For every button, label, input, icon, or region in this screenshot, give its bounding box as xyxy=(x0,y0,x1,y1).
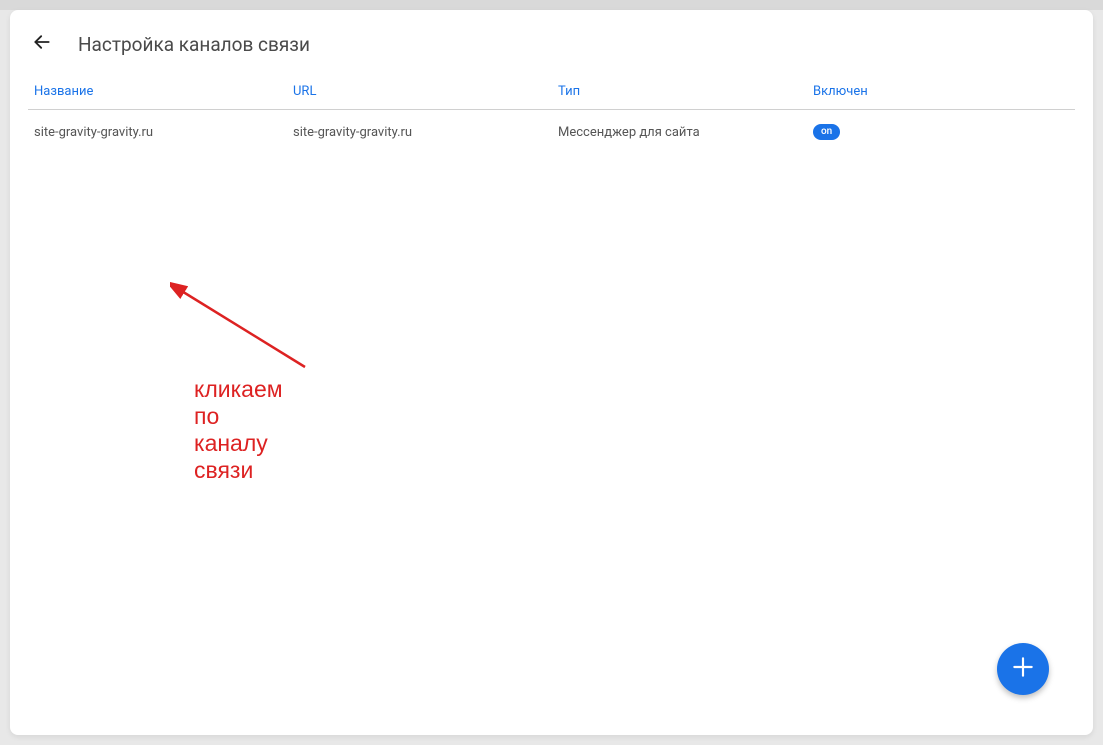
back-button[interactable] xyxy=(30,32,54,56)
column-header-url[interactable]: URL xyxy=(293,84,558,99)
table-row[interactable]: site-gravity-gravity.ru site-gravity-gra… xyxy=(28,110,1075,154)
cell-url: site-gravity-gravity.ru xyxy=(293,124,558,140)
add-channel-button[interactable] xyxy=(997,643,1049,695)
toggle-label: on xyxy=(821,127,832,137)
channels-table: Название URL Тип Включен site-gravity-gr… xyxy=(10,74,1093,154)
page-title: Настройка каналов связи xyxy=(78,33,310,56)
arrow-left-icon xyxy=(32,32,52,56)
cell-type: Мессенджер для сайта xyxy=(558,124,813,140)
cell-name: site-gravity-gravity.ru xyxy=(28,124,293,140)
column-header-enabled[interactable]: Включен xyxy=(813,84,1075,99)
page-background xyxy=(0,0,1103,10)
column-header-name[interactable]: Название xyxy=(28,84,293,99)
enabled-toggle[interactable]: on xyxy=(813,124,840,140)
table-header-row: Название URL Тип Включен xyxy=(28,74,1075,110)
annotation-text: кликаем по каналу связи xyxy=(194,376,283,484)
header: Настройка каналов связи xyxy=(10,10,1093,74)
column-header-type[interactable]: Тип xyxy=(558,84,813,99)
plus-icon xyxy=(1010,654,1036,684)
arrow-annotation-icon xyxy=(170,282,320,382)
settings-card: Настройка каналов связи Название URL Тип… xyxy=(10,10,1093,735)
cell-enabled: on xyxy=(813,124,1075,140)
